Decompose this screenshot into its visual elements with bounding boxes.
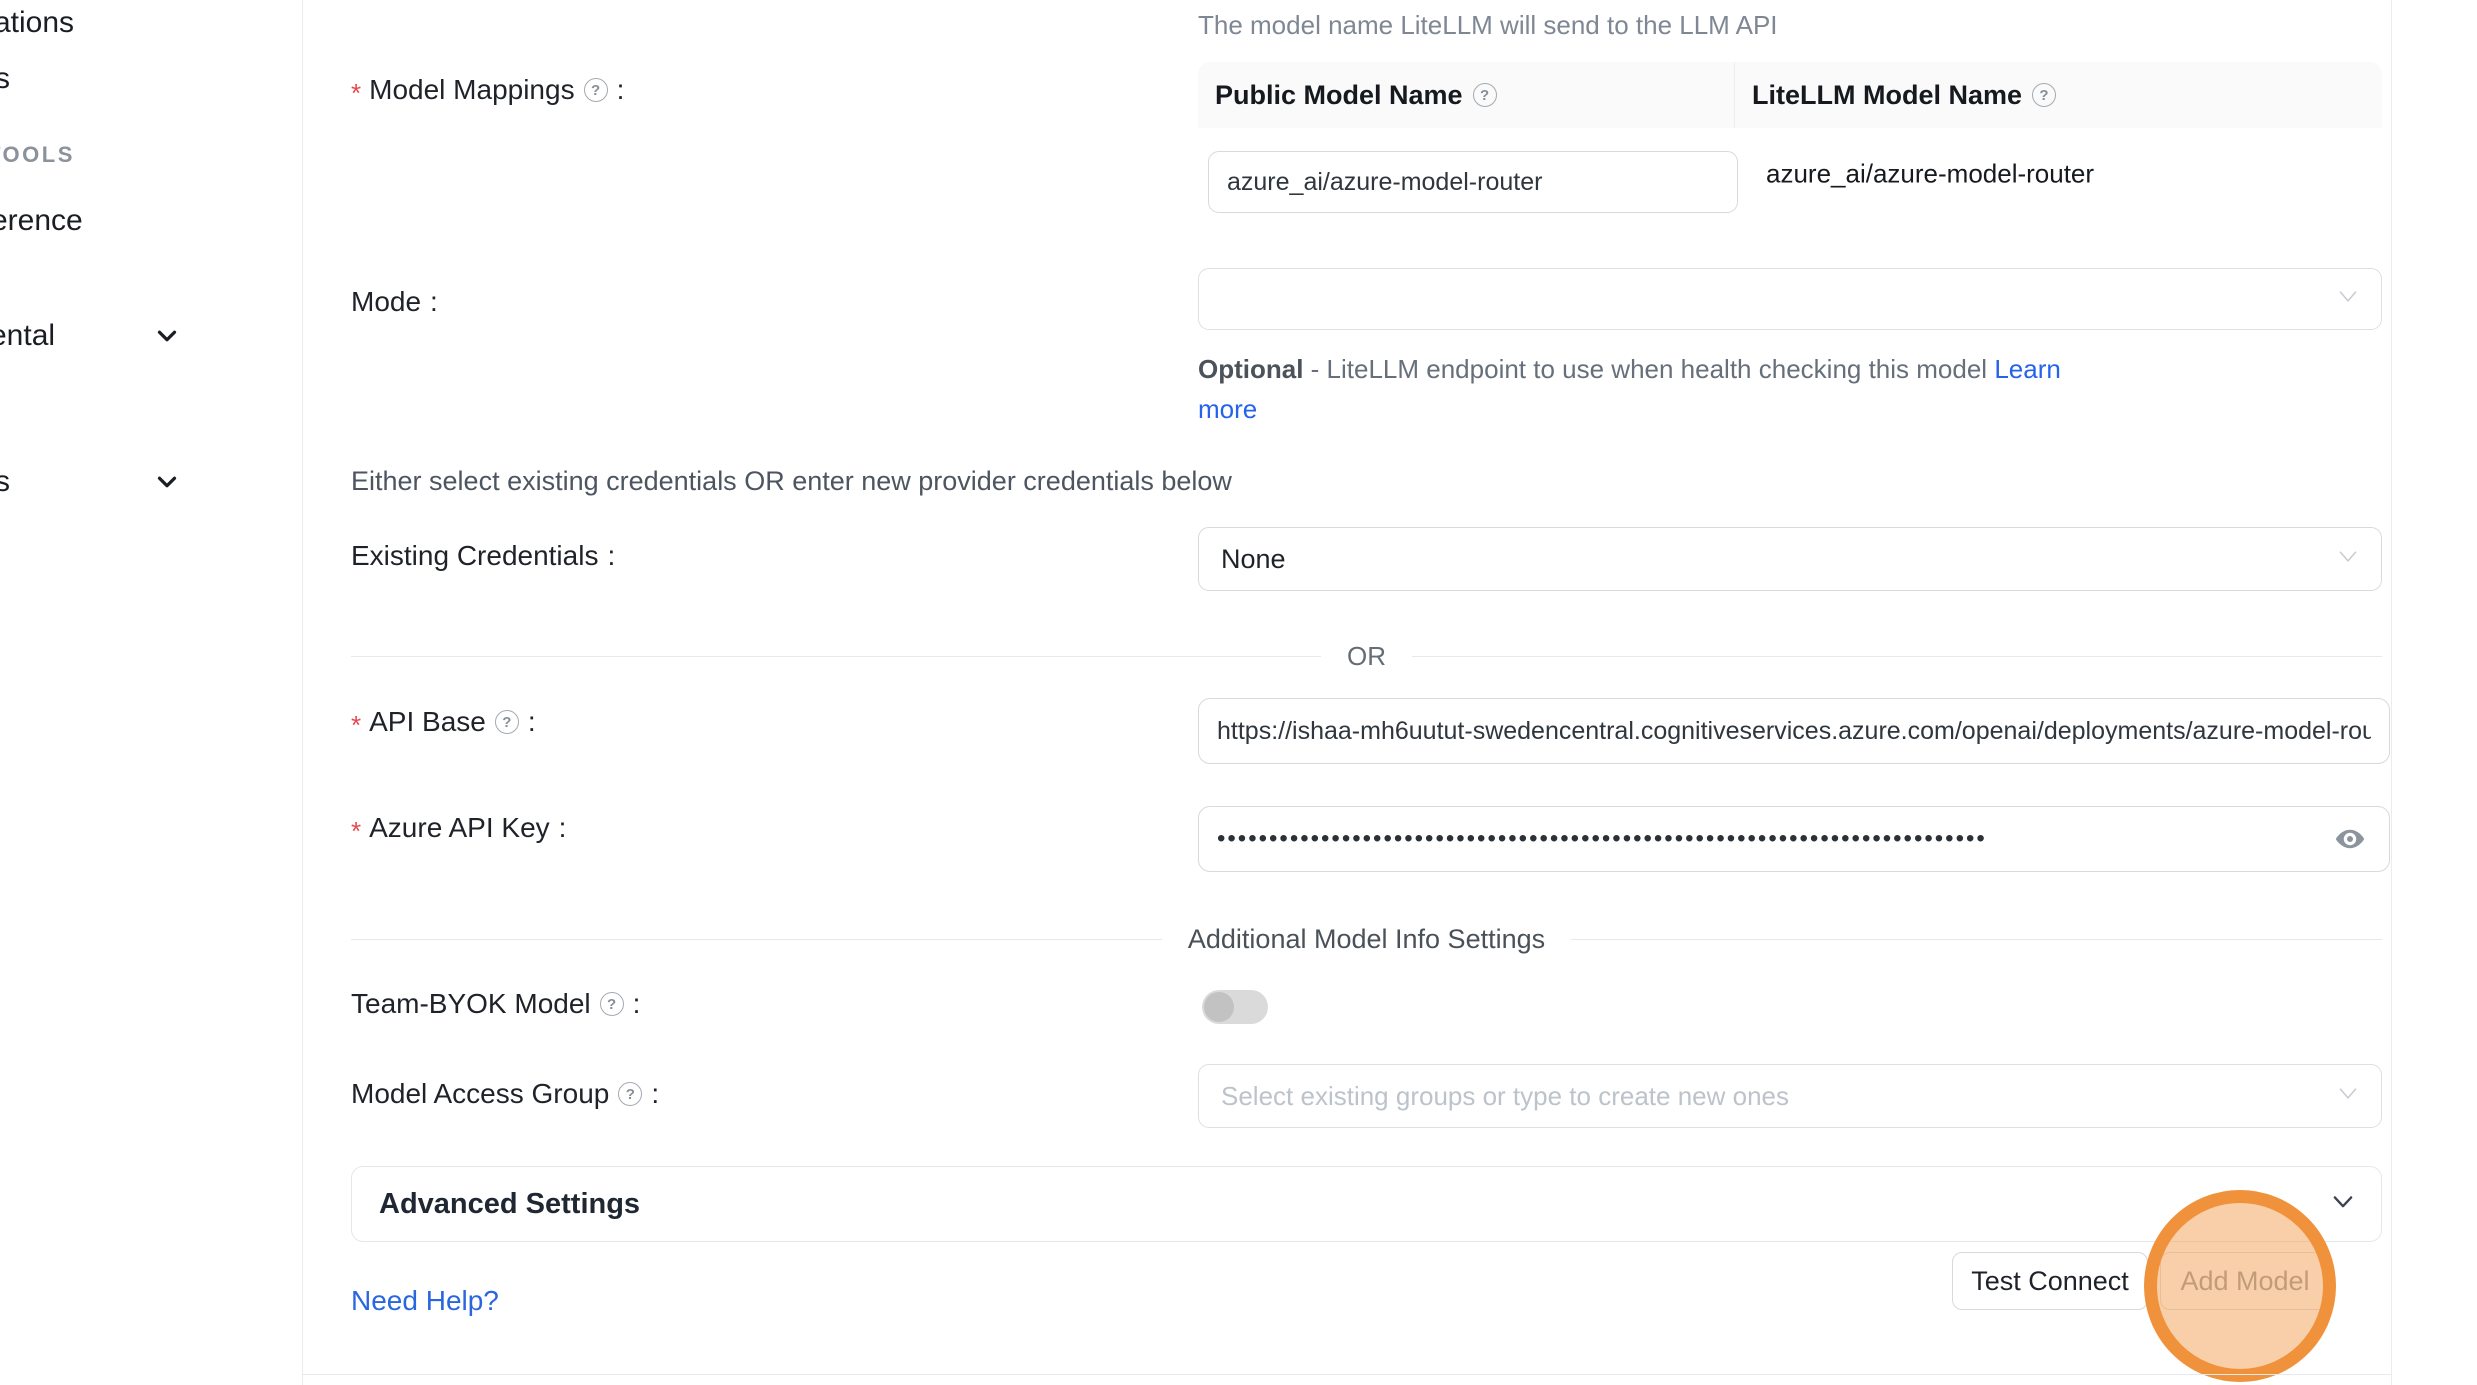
litellm-model-name-header: LiteLLM Model Name ? bbox=[1734, 62, 2382, 128]
additional-settings-divider: Additional Model Info Settings bbox=[351, 924, 2382, 955]
help-glyph: ? bbox=[626, 1086, 635, 1103]
field-label-text: Team-BYOK Model bbox=[351, 988, 591, 1020]
field-label-text: Azure API Key bbox=[369, 812, 550, 844]
existing-credentials-select[interactable]: None bbox=[1198, 527, 2382, 591]
add-model-form-screen: ations s TOOLS erence ental s The model … bbox=[0, 0, 2477, 1385]
label-colon: : bbox=[607, 540, 615, 572]
model-access-group-select[interactable]: Select existing groups or type to create… bbox=[1198, 1064, 2382, 1128]
help-glyph: ? bbox=[607, 996, 616, 1013]
sidebar-item-s2[interactable]: s bbox=[0, 465, 10, 499]
divider-line bbox=[1412, 656, 2382, 657]
masked-api-key: ••••••••••••••••••••••••••••••••••••••••… bbox=[1217, 825, 2297, 853]
field-label-text: Mode bbox=[351, 286, 421, 318]
help-icon[interactable]: ? bbox=[600, 992, 624, 1016]
mode-hint-rest: - LiteLLM endpoint to use when health ch… bbox=[1303, 354, 1994, 384]
advanced-settings-title: Advanced Settings bbox=[352, 1188, 640, 1221]
label-colon: : bbox=[559, 812, 567, 844]
chevron-down-icon bbox=[2335, 544, 2361, 575]
mapping-table-row: azure_ai/azure-model-router bbox=[1198, 128, 2382, 220]
help-glyph: ? bbox=[2039, 87, 2048, 104]
sidebar-item-label: erence bbox=[0, 204, 83, 237]
chevron-down-icon[interactable] bbox=[152, 321, 182, 356]
help-icon[interactable]: ? bbox=[1473, 83, 1497, 107]
mode-select[interactable] bbox=[1198, 268, 2382, 330]
button-label: Test Connect bbox=[1971, 1266, 2129, 1297]
or-divider: OR bbox=[351, 641, 2382, 672]
sidebar-item-label: ations bbox=[0, 6, 74, 39]
need-help-link[interactable]: Need Help? bbox=[351, 1285, 499, 1317]
mode-hint-text: Optional - LiteLLM endpoint to use when … bbox=[1198, 349, 2108, 429]
chevron-down-icon bbox=[2335, 284, 2361, 315]
header-text: Public Model Name bbox=[1215, 80, 1463, 111]
label-colon: : bbox=[633, 988, 641, 1020]
help-icon[interactable]: ? bbox=[584, 78, 608, 102]
field-label-text: Model Mappings bbox=[369, 74, 574, 106]
or-divider-text: OR bbox=[1347, 641, 1386, 672]
azure-api-key-label: * Azure API Key : bbox=[351, 812, 566, 844]
advanced-settings-panel[interactable]: Advanced Settings bbox=[351, 1166, 2382, 1242]
litellm-model-name-value: azure_ai/azure-model-router bbox=[1766, 159, 2094, 190]
mapping-table-header: Public Model Name ? LiteLLM Model Name ? bbox=[1198, 62, 2382, 128]
existing-credentials-value: None bbox=[1199, 544, 1286, 575]
api-base-input[interactable] bbox=[1198, 698, 2390, 764]
api-base-label: * API Base ? : bbox=[351, 706, 536, 738]
eye-icon[interactable] bbox=[2333, 822, 2367, 856]
field-label-text: API Base bbox=[369, 706, 486, 738]
help-glyph: ? bbox=[1480, 87, 1489, 104]
sidebar-item-ental[interactable]: ental bbox=[0, 319, 55, 353]
help-glyph: ? bbox=[502, 714, 511, 731]
button-label: Add Model bbox=[2180, 1266, 2309, 1297]
help-icon[interactable]: ? bbox=[2032, 83, 2056, 107]
chevron-down-icon[interactable] bbox=[152, 467, 182, 502]
model-mappings-label: * Model Mappings ? : bbox=[351, 74, 624, 106]
chevron-down-icon bbox=[2329, 1188, 2357, 1221]
sidebar-item-ations[interactable]: ations bbox=[0, 6, 74, 40]
azure-api-key-field[interactable]: ••••••••••••••••••••••••••••••••••••••••… bbox=[1198, 806, 2390, 872]
litellm-model-name-hint: The model name LiteLLM will send to the … bbox=[1198, 10, 1778, 41]
add-model-button[interactable]: Add Model bbox=[2160, 1252, 2330, 1310]
mode-label: Mode : bbox=[351, 286, 438, 318]
divider-line bbox=[351, 656, 1321, 657]
sidebar-divider bbox=[302, 0, 303, 1385]
content-right-edge bbox=[2391, 0, 2392, 1385]
team-byok-label: Team-BYOK Model ? : bbox=[351, 988, 640, 1020]
header-text: LiteLLM Model Name bbox=[1752, 80, 2022, 111]
additional-settings-divider-text: Additional Model Info Settings bbox=[1188, 924, 1545, 955]
credentials-note: Either select existing credentials OR en… bbox=[351, 466, 1232, 497]
test-connect-button[interactable]: Test Connect bbox=[1952, 1252, 2148, 1310]
existing-credentials-label: Existing Credentials : bbox=[351, 540, 615, 572]
help-icon[interactable]: ? bbox=[495, 710, 519, 734]
label-colon: : bbox=[651, 1078, 659, 1110]
field-label-text: Model Access Group bbox=[351, 1078, 609, 1110]
sidebar-section-label: TOOLS bbox=[0, 142, 75, 167]
sidebar-item-label: s bbox=[0, 62, 10, 95]
divider-line bbox=[351, 939, 1162, 940]
field-label-text: Existing Credentials bbox=[351, 540, 598, 572]
help-glyph: ? bbox=[591, 82, 600, 99]
model-access-group-label: Model Access Group ? : bbox=[351, 1078, 659, 1110]
label-colon: : bbox=[528, 706, 536, 738]
sidebar-item-s1[interactable]: s bbox=[0, 62, 10, 96]
model-mapping-table: Public Model Name ? LiteLLM Model Name ?… bbox=[1198, 62, 2382, 220]
help-icon[interactable]: ? bbox=[618, 1082, 642, 1106]
sidebar-item-label: ental bbox=[0, 319, 55, 352]
sidebar-section-tools: TOOLS bbox=[0, 142, 75, 168]
toggle-knob bbox=[1204, 992, 1234, 1022]
public-model-name-input[interactable] bbox=[1208, 151, 1738, 213]
model-access-group-placeholder: Select existing groups or type to create… bbox=[1199, 1081, 1789, 1112]
team-byok-toggle[interactable] bbox=[1202, 990, 1268, 1024]
label-colon: : bbox=[617, 74, 625, 106]
content-bottom-edge bbox=[302, 1374, 2391, 1375]
divider-line bbox=[1571, 939, 2382, 940]
chevron-down-icon bbox=[2335, 1081, 2361, 1112]
sidebar-item-erence[interactable]: erence bbox=[0, 204, 83, 238]
public-model-name-header: Public Model Name ? bbox=[1198, 80, 1734, 111]
required-asterisk: * bbox=[351, 710, 361, 741]
required-asterisk: * bbox=[351, 78, 361, 109]
label-colon: : bbox=[430, 286, 438, 318]
required-asterisk: * bbox=[351, 816, 361, 847]
sidebar-item-label: s bbox=[0, 465, 10, 498]
mode-hint-bold: Optional bbox=[1198, 354, 1303, 384]
